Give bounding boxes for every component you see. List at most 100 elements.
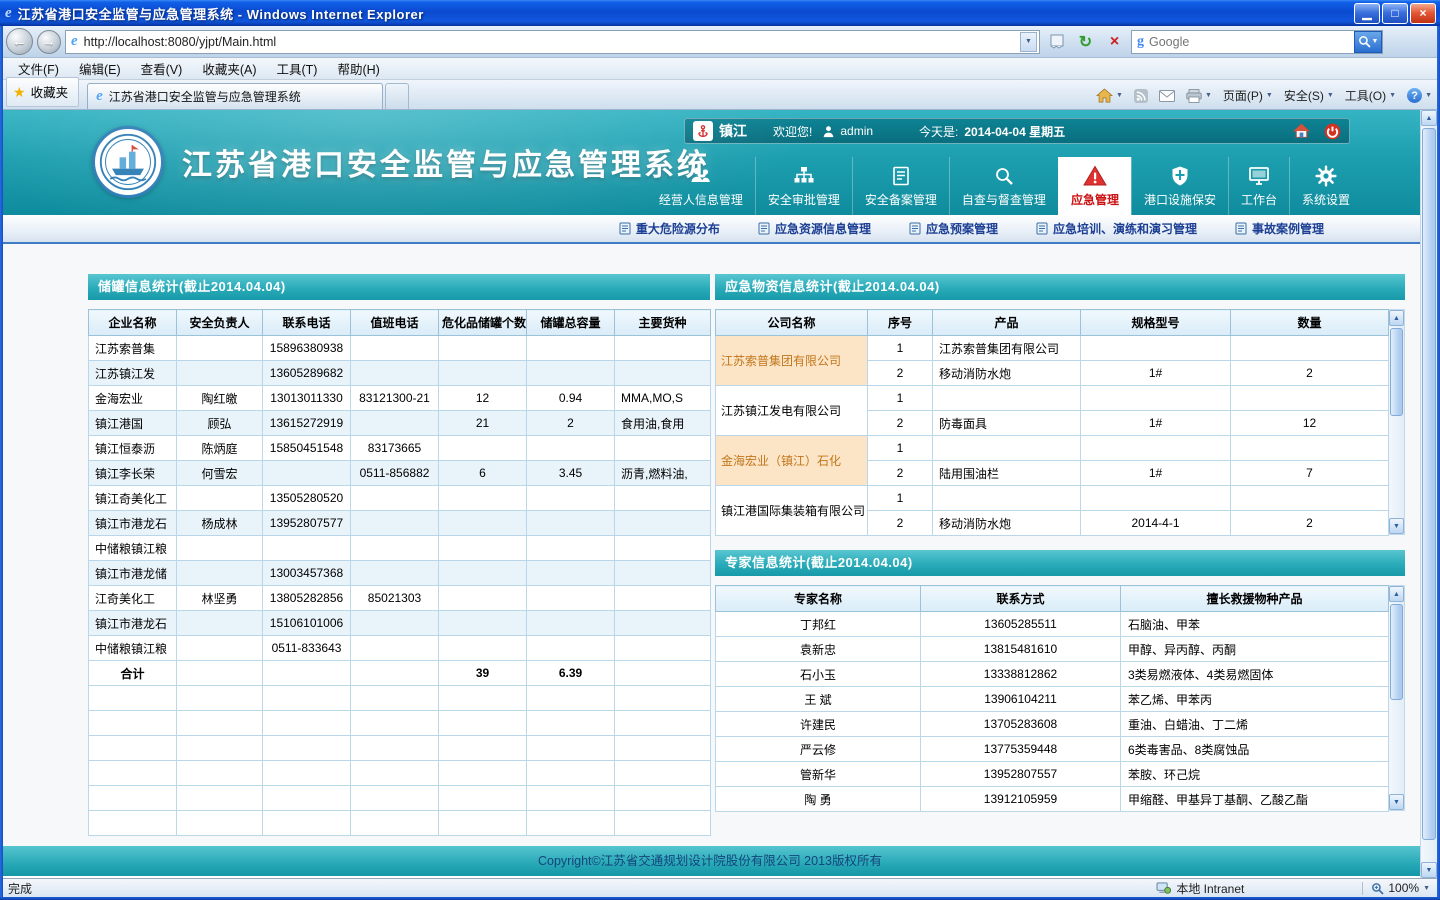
scroll-down-button[interactable]: ▼ bbox=[1389, 518, 1404, 534]
tank-empty-cell bbox=[89, 686, 177, 711]
address-dropdown[interactable]: ▼ bbox=[1020, 32, 1037, 52]
scroll-up-button[interactable]: ▲ bbox=[1421, 110, 1437, 126]
safety-menu-button[interactable]: 安全(S)▼ bbox=[1284, 87, 1334, 104]
city-name[interactable]: 镇江 bbox=[719, 121, 747, 141]
submenu-label: 重大危险源分布 bbox=[636, 220, 720, 237]
feeds-button[interactable] bbox=[1134, 89, 1148, 103]
submenu-item[interactable]: 应急资源信息管理 bbox=[758, 220, 871, 237]
expert-phone: 13912105959 bbox=[921, 787, 1121, 812]
tank-row[interactable]: 江苏镇江发 13605289682 bbox=[89, 361, 711, 386]
tank-row[interactable]: 镇江恒泰沥 陈炳庭 15850451548 83173665 bbox=[89, 436, 711, 461]
nav-workbench[interactable]: 工作台 bbox=[1228, 157, 1289, 215]
supplies-company-cell[interactable]: 江苏索普集团有限公司 bbox=[716, 336, 868, 386]
experts-header-row: 专家名称 联系方式 擅长救援物种产品 bbox=[716, 586, 1389, 612]
expert-specialty: 苯乙烯、甲苯丙 bbox=[1121, 687, 1389, 712]
favorites-button[interactable]: ★ 收藏夹 bbox=[6, 77, 79, 107]
tank-row[interactable]: 镇江李长荣 何雪宏 0511-856882 6 3.45 沥青,燃料油, bbox=[89, 461, 711, 486]
stop-button[interactable]: × bbox=[1102, 29, 1127, 54]
submenu-item[interactable]: 事故案例管理 bbox=[1235, 220, 1324, 237]
supplies-company-cell[interactable]: 江苏镇江发电有限公司 bbox=[716, 386, 868, 436]
menu-item[interactable]: 收藏夹(A) bbox=[192, 57, 266, 80]
search-input[interactable] bbox=[1149, 32, 1349, 52]
close-button[interactable]: × bbox=[1410, 3, 1436, 24]
scrollbar-thumb[interactable] bbox=[1390, 328, 1403, 416]
menu-item[interactable]: 帮助(H) bbox=[327, 57, 389, 80]
address-field[interactable]: e http://localhost:8080/yjpt/Main.html ▼ bbox=[65, 30, 1040, 54]
expert-row[interactable]: 王 斌 13906104211 苯乙烯、甲苯丙 bbox=[716, 687, 1389, 712]
expert-row[interactable]: 严云修 13775359448 6类毒害品、8类腐蚀品 bbox=[716, 737, 1389, 762]
expert-row[interactable]: 丁邦红 13605285511 石脑油、甲苯 bbox=[716, 612, 1389, 637]
scrollbar-thumb[interactable] bbox=[1390, 604, 1403, 700]
scroll-up-button[interactable]: ▲ bbox=[1389, 586, 1404, 602]
submenu-item[interactable]: 应急培训、演练和演习管理 bbox=[1036, 220, 1197, 237]
nav-system-settings[interactable]: 系统设置 bbox=[1289, 157, 1362, 215]
expert-row[interactable]: 石小玉 13338812862 3类易燃液体、4类易燃固体 bbox=[716, 662, 1389, 687]
maximize-button[interactable]: □ bbox=[1382, 3, 1408, 24]
scroll-down-button[interactable]: ▼ bbox=[1389, 794, 1404, 810]
tank-row[interactable]: 镇江港国 顾弘 13615272919 21 2 食用油,食用 bbox=[89, 411, 711, 436]
home-button[interactable]: ▼ bbox=[1096, 88, 1123, 103]
scroll-up-button[interactable]: ▲ bbox=[1389, 310, 1404, 326]
nav-safety-record[interactable]: 安全备案管理 bbox=[852, 157, 949, 215]
tank-cell-capacity bbox=[527, 511, 615, 536]
tank-row[interactable]: 江苏索普集 15896380938 bbox=[89, 336, 711, 361]
tank-row[interactable]: 镇江市港龙石 杨成林 13952807577 bbox=[89, 511, 711, 536]
tank-row[interactable]: 镇江奇美化工 13505280520 bbox=[89, 486, 711, 511]
tank-row[interactable]: 镇江市港龙石 15106101006 bbox=[89, 611, 711, 636]
nav-inspection[interactable]: 自查与督查管理 bbox=[949, 157, 1058, 215]
expert-row[interactable]: 陶 勇 13912105959 甲缩醛、甲基异丁基酮、乙酸乙酯 bbox=[716, 787, 1389, 812]
nav-port-security[interactable]: 港口设施保安 bbox=[1131, 157, 1228, 215]
tank-cell-duty-phone: 0511-856882 bbox=[351, 461, 439, 486]
expert-row[interactable]: 许建民 13705283608 重油、白蜡油、丁二烯 bbox=[716, 712, 1389, 737]
compatibility-view-button[interactable] bbox=[1044, 29, 1069, 54]
expert-row[interactable]: 袁新忠 13815481610 甲醇、异丙醇、丙酮 bbox=[716, 637, 1389, 662]
supplies-row[interactable]: 镇江港国际集装箱有限公司1 bbox=[716, 486, 1389, 511]
page-menu-button[interactable]: 页面(P)▼ bbox=[1223, 87, 1273, 104]
tank-row[interactable]: 中储粮镇江粮 bbox=[89, 536, 711, 561]
supplies-row[interactable]: 江苏索普集团有限公司1江苏索普集团有限公司 bbox=[716, 336, 1389, 361]
home-shortcut-icon[interactable] bbox=[1293, 123, 1310, 139]
menu-item[interactable]: 查看(V) bbox=[131, 57, 193, 80]
minimize-button[interactable]: ▁ bbox=[1354, 3, 1380, 24]
supplies-cell: 2 bbox=[1231, 361, 1389, 386]
tank-row[interactable]: 中储粮镇江粮 0511-833643 bbox=[89, 636, 711, 661]
nav-operator-info[interactable]: 经营人信息管理 bbox=[647, 157, 755, 215]
nav-emergency-management[interactable]: 应急管理 bbox=[1058, 157, 1131, 215]
new-tab-stub[interactable] bbox=[385, 83, 409, 109]
scroll-down-button[interactable]: ▼ bbox=[1421, 862, 1437, 878]
search-button[interactable]: ▼ bbox=[1354, 31, 1382, 53]
scrollbar-thumb[interactable] bbox=[1422, 128, 1436, 840]
tank-row[interactable]: 江奇美化工 林坚勇 13805282856 85021303 bbox=[89, 586, 711, 611]
tools-menu-button[interactable]: 工具(O)▼ bbox=[1345, 87, 1396, 104]
tank-cell-phone: 13013011330 bbox=[263, 386, 351, 411]
supplies-header-row: 公司名称 序号 产品 规格型号 数量 bbox=[716, 310, 1389, 336]
refresh-button[interactable]: ↻ bbox=[1073, 29, 1098, 54]
back-button[interactable]: ← bbox=[6, 28, 33, 55]
submenu-item[interactable]: 应急预案管理 bbox=[909, 220, 998, 237]
help-button[interactable]: ?▼ bbox=[1407, 88, 1432, 103]
user-info-bar: 镇江 欢迎您! admin 今天是: 2014-04-04 星期五 bbox=[684, 118, 1350, 144]
page-footer: Copyright©江苏省交通规划设计院股份有限公司 2013版权所有 bbox=[0, 846, 1420, 876]
zoom-control[interactable]: 100% ▼ bbox=[1371, 881, 1430, 895]
tank-row[interactable]: 金海宏业 陶红皦 13013011330 83121300-21 12 0.94… bbox=[89, 386, 711, 411]
supplies-row[interactable]: 金海宏业（镇江）石化1 bbox=[716, 436, 1389, 461]
magnifier-icon bbox=[1358, 35, 1371, 48]
tank-empty-cell bbox=[263, 761, 351, 786]
nav-safety-approval[interactable]: 安全审批管理 bbox=[755, 157, 852, 215]
forward-button[interactable]: → bbox=[37, 30, 61, 54]
submenu-item[interactable]: 重大危险源分布 bbox=[619, 220, 720, 237]
url-text[interactable]: http://localhost:8080/yjpt/Main.html bbox=[84, 35, 276, 49]
print-button[interactable]: ▼ bbox=[1186, 89, 1212, 103]
tank-cell-count bbox=[439, 611, 527, 636]
mail-button[interactable] bbox=[1159, 90, 1175, 102]
expert-row[interactable]: 管新华 13952807557 苯胺、环己烷 bbox=[716, 762, 1389, 787]
supplies-company-cell[interactable]: 镇江港国际集装箱有限公司 bbox=[716, 486, 868, 536]
browser-tab[interactable]: e 江苏省港口安全监管与应急管理系统 bbox=[87, 83, 383, 109]
supplies-company-cell[interactable]: 金海宏业（镇江）石化 bbox=[716, 436, 868, 486]
tank-row[interactable]: 镇江市港龙储 13003457368 bbox=[89, 561, 711, 586]
tank-empty-cell bbox=[177, 711, 263, 736]
logout-power-icon[interactable] bbox=[1324, 123, 1341, 140]
menu-item[interactable]: 工具(T) bbox=[266, 57, 327, 80]
expert-name: 石小玉 bbox=[716, 662, 921, 687]
supplies-row[interactable]: 江苏镇江发电有限公司1 bbox=[716, 386, 1389, 411]
